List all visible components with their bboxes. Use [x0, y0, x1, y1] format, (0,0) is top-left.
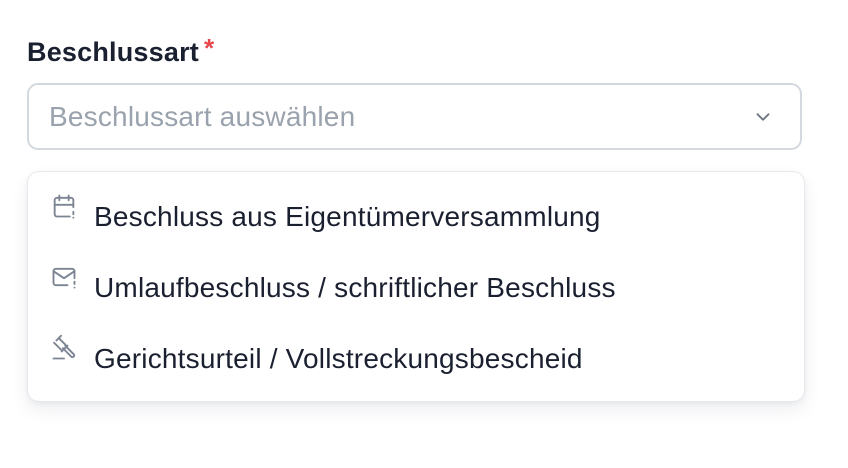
field-label: Beschlussart *: [27, 32, 214, 72]
dropdown-menu: Beschluss aus Eigentümerversammlung Umla…: [27, 171, 805, 402]
mail-alert-icon: [52, 267, 76, 289]
beschlussart-select[interactable]: Beschlussart auswählen: [27, 83, 802, 150]
option-umlaufbeschluss[interactable]: Umlaufbeschluss / schriftlicher Beschlus…: [28, 259, 804, 317]
option-label: Beschluss aus Eigentümerversammlung: [94, 201, 601, 232]
option-label: Umlaufbeschluss / schriftlicher Beschlus…: [94, 272, 616, 303]
select-placeholder: Beschlussart auswählen: [49, 100, 356, 132]
calendar-alert-icon: [53, 194, 75, 219]
field-label-text: Beschlussart: [27, 36, 199, 67]
option-eigentuemerversammlung[interactable]: Beschluss aus Eigentümerversammlung: [28, 188, 804, 246]
required-marker: *: [203, 32, 215, 63]
gavel-icon: [52, 334, 76, 360]
option-gerichtsurteil[interactable]: Gerichtsurteil / Vollstreckungsbescheid: [28, 330, 804, 388]
option-label: Gerichtsurteil / Vollstreckungsbescheid: [94, 343, 583, 374]
chevron-down-icon: [756, 112, 770, 121]
